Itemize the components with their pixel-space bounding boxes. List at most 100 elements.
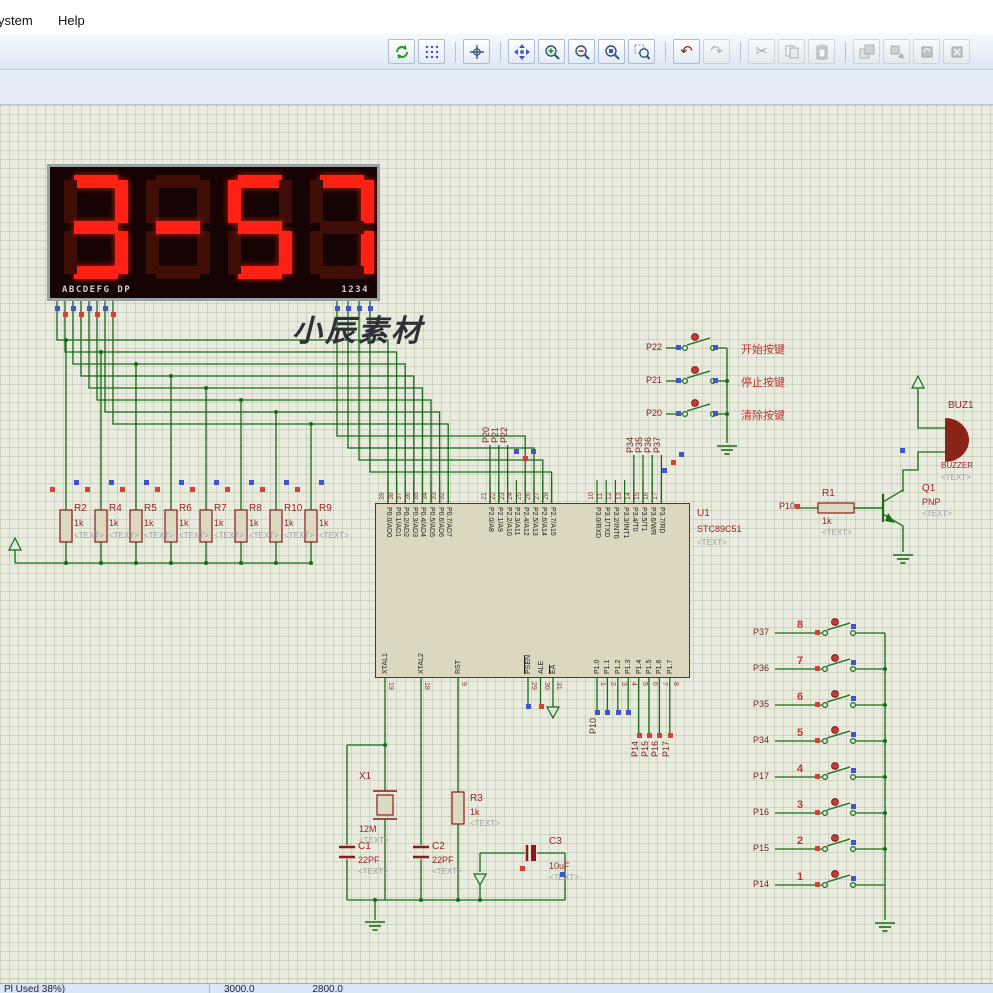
key-button-p15[interactable] [821,845,828,852]
menu-system[interactable]: ystem [0,13,33,28]
key-button-p14[interactable] [849,881,856,888]
key-button-p34[interactable] [849,737,856,744]
key-button-p14[interactable] [821,881,828,888]
control-button-p22[interactable] [681,345,688,352]
zoom-area-button[interactable] [628,39,655,64]
segment-e [310,231,323,274]
capacitor-plate[interactable] [531,845,536,861]
block-delete-button[interactable] [943,39,970,64]
resistor-body[interactable] [817,502,855,514]
seven-seg-display[interactable]: ABCDEFG DP 1234 [47,164,380,301]
menu-bar: ystem Help [0,0,993,34]
selection-marker [155,487,160,492]
key-button-p37[interactable] [821,629,828,636]
selection-marker [260,487,265,492]
key-button-p36[interactable] [849,665,856,672]
resistor-body[interactable] [269,509,283,543]
junction-dot [134,362,138,366]
key-button-p35[interactable] [821,701,828,708]
key-button-p16[interactable] [849,809,856,816]
segment-f [228,180,241,223]
resistor-body[interactable] [234,509,248,543]
resistor-body[interactable] [199,509,213,543]
wire[interactable] [902,451,945,492]
segment-g [320,220,364,234]
key-button-p35-actuator[interactable] [831,690,839,698]
redraw-button[interactable] [388,39,415,64]
status-coordinates: 3000.0 2800.0 [210,984,398,993]
resistor-body[interactable] [94,509,108,543]
key-button-p15[interactable] [826,838,851,847]
selection-marker [190,487,195,492]
key-button-p14-actuator[interactable] [831,870,839,878]
redo-button[interactable]: ↷ [703,39,730,64]
junction-dot [883,847,887,851]
key-button-p17[interactable] [821,773,828,780]
block-copy-button[interactable] [853,39,880,64]
control-button-p21[interactable] [686,370,711,379]
grid-icon [425,45,438,58]
control-button-p20-actuator[interactable] [691,399,699,407]
resistor-body[interactable] [304,509,318,543]
key-button-p36[interactable] [826,658,851,667]
undo-button[interactable]: ↶ [673,39,700,64]
key-button-p17[interactable] [826,766,851,775]
zoom-out-button[interactable] [568,39,595,64]
control-button-p22[interactable] [686,337,711,346]
key-button-p17-actuator[interactable] [831,762,839,770]
power-arrow-down-icon[interactable] [545,706,561,720]
key-button-p16[interactable] [821,809,828,816]
wire[interactable] [917,388,945,429]
block-move-button[interactable] [883,39,910,64]
pan-button[interactable] [508,39,535,64]
segment-f [310,180,323,223]
key-button-p34-actuator[interactable] [831,726,839,734]
key-button-p34[interactable] [821,737,828,744]
control-button-p22-actuator[interactable] [691,333,699,341]
origin-button[interactable] [463,39,490,64]
crystal-body[interactable] [376,794,394,816]
menu-help[interactable]: Help [58,13,85,28]
key-button-p35[interactable] [849,701,856,708]
selection-marker [615,710,621,715]
selection-marker [851,768,856,773]
zoom-extents-button[interactable] [598,39,625,64]
copy-button[interactable] [778,39,805,64]
secondary-toolbar [0,70,993,105]
key-button-p34[interactable] [826,730,851,739]
resistor-body[interactable] [59,509,73,543]
resistor-body[interactable] [451,791,465,825]
key-button-p15-actuator[interactable] [831,834,839,842]
key-button-p16[interactable] [826,802,851,811]
power-arrow-down-icon[interactable] [472,873,488,887]
redraw-icon [395,44,408,59]
key-button-p15[interactable] [849,845,856,852]
q1-collector[interactable] [882,489,904,503]
key-button-p35[interactable] [826,694,851,703]
power-arrow-up-icon[interactable] [911,374,925,389]
control-button-p21-actuator[interactable] [691,366,699,374]
key-button-p36[interactable] [821,665,828,672]
zoom-in-button[interactable] [538,39,565,64]
resistor-body[interactable] [129,509,143,543]
key-button-p37-actuator[interactable] [831,618,839,626]
key-button-p16-actuator[interactable] [831,798,839,806]
control-button-p21[interactable] [681,378,688,385]
key-button-p36-actuator[interactable] [831,654,839,662]
block-rotate-button[interactable] [913,39,940,64]
selection-marker [851,876,856,881]
toolbar: ↶ ↷ ✂ [0,34,993,70]
resistor-body[interactable] [164,509,178,543]
paste-button[interactable] [808,39,835,64]
control-button-p20[interactable] [686,403,711,412]
key-button-p17[interactable] [849,773,856,780]
key-button-p37[interactable] [826,622,851,631]
power-arrow-up-icon[interactable] [8,536,22,551]
cut-button[interactable]: ✂ [748,39,775,64]
key-button-p14[interactable] [826,874,851,883]
grid-toggle-button[interactable] [418,39,445,64]
control-button-p20[interactable] [681,411,688,418]
selection-marker [74,480,79,485]
key-button-p37[interactable] [849,629,856,636]
junction-dot [725,379,729,383]
